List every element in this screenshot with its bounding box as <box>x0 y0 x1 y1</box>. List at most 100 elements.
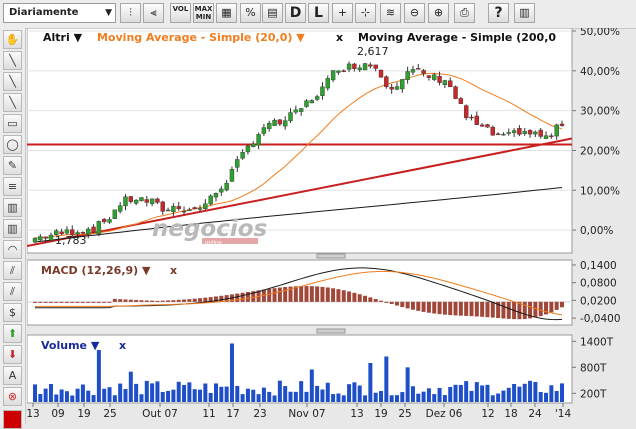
macd-histogram-bar <box>118 299 123 302</box>
crosshair-icon[interactable]: + <box>332 3 353 23</box>
period-select[interactable]: Diariamente ▼ <box>3 3 116 23</box>
daily-button[interactable]: D <box>285 3 306 23</box>
macd-histogram-bar <box>405 301 410 309</box>
chevron-down-icon: ▼ <box>90 339 100 352</box>
volume-bar <box>357 385 362 402</box>
volume-bar <box>235 385 240 402</box>
cursor-icon[interactable]: ⊹ <box>355 3 376 23</box>
ohlc-icon[interactable]: ⫷ <box>143 3 164 23</box>
macd-histogram-bar <box>389 301 394 304</box>
log-button[interactable]: L <box>308 3 329 23</box>
volume-bar <box>405 367 410 402</box>
rectangle-tool-icon[interactable]: ▭ <box>3 114 22 133</box>
chart-svg[interactable]: 50,00% 40,00% 30,00% 20,00% 10,00% 0,00% 2,617… <box>26 26 636 424</box>
candle-body <box>171 205 176 212</box>
volume-bar <box>299 381 304 402</box>
help-icon[interactable]: ? <box>488 3 509 23</box>
candle-icon[interactable]: ⫶ <box>120 3 141 23</box>
delete-icon[interactable]: ⊗ <box>3 387 22 406</box>
trend-icon[interactable]: ≋ <box>380 3 401 23</box>
candle-body <box>394 86 400 90</box>
ma200-legend[interactable]: Moving Average - Simple (200,0 <box>358 31 556 44</box>
volume-bar <box>198 389 203 402</box>
dollar-tool-icon[interactable]: $ <box>3 303 22 322</box>
ray-tool-icon[interactable]: ╲ <box>3 72 22 91</box>
macd-histogram-bar <box>480 301 485 317</box>
x-tick-label: 12 <box>481 408 494 420</box>
x-tick-label: '14 <box>555 408 572 420</box>
macd-legend[interactable]: MACD (12,26,9) ▼ <box>41 264 151 277</box>
volume-bar <box>400 392 405 402</box>
arrow-down-icon[interactable]: ⬇ <box>3 345 22 364</box>
regression-tool-icon[interactable]: ⫽ <box>3 282 22 301</box>
candle-body <box>181 210 187 213</box>
text-tool-icon[interactable]: A <box>3 366 22 385</box>
volume-bar <box>432 394 437 402</box>
ma20-remove-button[interactable]: x <box>336 31 343 44</box>
chevron-down-icon: ▼ <box>142 264 151 277</box>
chart-area[interactable]: 50,00% 40,00% 30,00% 20,00% 10,00% 0,00% 2,617… <box>26 26 636 424</box>
macd-histogram-bar <box>336 289 341 302</box>
candle-body <box>474 115 480 125</box>
macd-histogram-bar <box>384 301 389 303</box>
candle-body <box>384 76 389 87</box>
ma20-legend[interactable]: Moving Average - Simple (20,0) ▼ <box>97 31 305 44</box>
volume-tick-label: 200T <box>580 388 607 400</box>
zoom-in-icon[interactable]: ⊕ <box>428 3 449 23</box>
candle-body <box>330 70 336 81</box>
macd-remove-button[interactable]: x <box>170 264 177 277</box>
macd-histogram-bar <box>309 286 314 302</box>
settings-icon[interactable]: ▥ <box>514 3 535 23</box>
candle-body <box>128 196 134 202</box>
parallel-lines-icon[interactable]: ⫽ <box>3 261 22 280</box>
volume-remove-button[interactable]: x <box>119 339 126 352</box>
grid-icon[interactable]: ▦ <box>216 3 237 23</box>
panel-resize-handle <box>316 253 346 259</box>
table-icon[interactable]: ▤ <box>262 3 283 23</box>
candle-body <box>549 135 554 138</box>
pencil-tool-icon[interactable]: ✎ <box>3 156 22 175</box>
vol-button[interactable]: VOL <box>170 3 191 23</box>
candle-body <box>554 124 559 137</box>
channel-tool-icon[interactable]: ▥ <box>3 219 22 238</box>
candle-body <box>187 209 192 211</box>
circle-tool-icon[interactable]: ◯ <box>3 135 22 154</box>
high-label: 2,617 <box>357 45 389 58</box>
macd-histogram-bar <box>560 301 564 308</box>
macd-histogram-bar <box>283 287 288 302</box>
volume-bar <box>331 394 336 402</box>
pan-hand-icon[interactable]: ✋ <box>3 30 22 49</box>
color-swatch[interactable] <box>3 410 22 429</box>
macd-histogram-bar <box>187 299 192 302</box>
arrow-up-icon[interactable]: ⬆ <box>3 324 22 343</box>
arc-tool-icon[interactable]: ◠ <box>3 240 22 259</box>
volume-bar <box>54 394 59 402</box>
volume-bar <box>368 363 373 402</box>
macd-histogram-bar <box>432 301 437 314</box>
fibonacci-tool-icon[interactable]: ≡ <box>3 177 22 196</box>
candle-body <box>219 188 224 193</box>
volume-legend[interactable]: Volume ▼ <box>41 339 99 352</box>
macd-histogram-bar <box>469 301 474 317</box>
extended-line-icon[interactable]: ╲ <box>3 93 22 112</box>
volume-bar <box>107 387 112 402</box>
candle-body <box>501 133 506 136</box>
candle-body <box>267 123 272 129</box>
volume-bar <box>347 384 352 402</box>
price-tick-label: 30,00% <box>580 106 620 118</box>
macd-histogram-bar <box>453 301 458 316</box>
candle-body <box>463 105 469 119</box>
maxmin-button[interactable]: MAX MIN <box>193 3 214 23</box>
candle-body <box>479 124 485 127</box>
volume-bar <box>96 350 101 402</box>
fib-fan-icon[interactable]: ▥ <box>3 198 22 217</box>
percent-icon[interactable]: % <box>240 3 261 23</box>
macd-histogram-bar <box>544 301 549 315</box>
macd-histogram-bar <box>474 301 479 317</box>
print-icon[interactable]: ⎙ <box>454 3 475 23</box>
x-tick-label: 18 <box>504 408 517 420</box>
line-tool-icon[interactable]: ╲ <box>3 51 22 70</box>
candle-body <box>272 119 277 126</box>
volume-bar <box>272 395 277 402</box>
zoom-out-icon[interactable]: ⊖ <box>404 3 425 23</box>
